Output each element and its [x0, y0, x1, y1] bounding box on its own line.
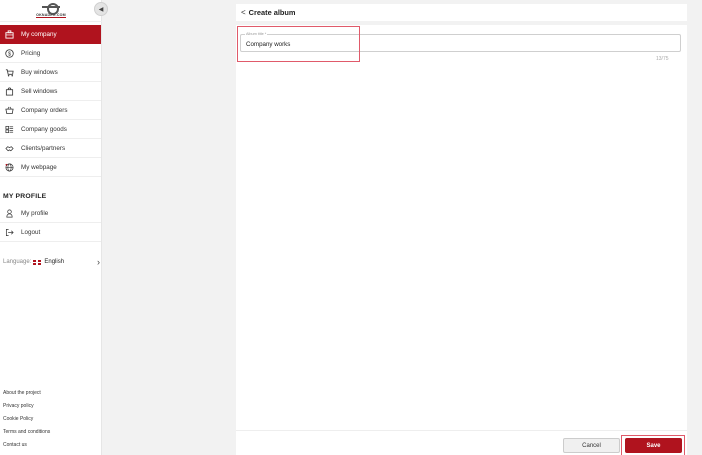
sidebar-item-clients-partners[interactable]: Clients/partners [0, 139, 101, 158]
profile-section-title: MY PROFILE [3, 193, 47, 200]
sidebar-nav: My company $ Pricing Buy windows Sell wi… [0, 25, 101, 177]
language-selector[interactable]: Language: English › [3, 256, 101, 268]
create-album-panel: Album title * 13/75 Cancel Save [236, 25, 687, 455]
footer-link-terms[interactable]: Terms and conditions [3, 428, 50, 441]
list-icon [3, 124, 15, 134]
footer-link-privacy[interactable]: Privacy policy [3, 402, 50, 415]
sidebar-item-label: My profile [21, 209, 49, 217]
sidebar-item-my-company[interactable]: My company [0, 25, 101, 44]
logo[interactable]: OKNADER.COM [0, 0, 102, 22]
bag-icon [3, 86, 15, 96]
page-header: < Create album [236, 4, 687, 21]
footer-link-contact[interactable]: Contact us [3, 441, 50, 454]
dollar-icon: $ [3, 48, 15, 58]
save-highlight [621, 435, 685, 455]
album-title-highlight [237, 26, 360, 62]
uk-flag-icon [33, 259, 42, 265]
back-chevron-icon[interactable]: < [241, 8, 246, 17]
sidebar-item-label: Clients/partners [21, 144, 66, 152]
logo-mark-icon [42, 3, 60, 15]
user-icon [3, 208, 15, 218]
sidebar-item-label: Buy windows [21, 68, 58, 76]
footer-links: About the project Privacy policy Cookie … [3, 389, 50, 454]
sidebar: OKNADER.COM My company $ Pricing Buy win… [0, 0, 102, 455]
profile-nav: My profile Logout [0, 204, 101, 242]
sidebar-item-label: Company goods [21, 125, 67, 133]
language-label: Language: [3, 259, 32, 265]
form-actions: Cancel Save [236, 430, 687, 455]
sidebar-item-label: Logout [21, 228, 41, 236]
briefcase-icon [3, 29, 15, 39]
sidebar-item-label: Pricing [21, 49, 41, 57]
sidebar-item-label: Sell windows [21, 87, 58, 95]
sidebar-item-label: My webpage [21, 163, 57, 171]
sidebar-item-pricing[interactable]: $ Pricing [0, 44, 101, 63]
language-value: English [44, 259, 65, 265]
cancel-button[interactable]: Cancel [563, 438, 620, 453]
footer-link-cookie[interactable]: Cookie Policy [3, 415, 50, 428]
svg-text:$: $ [8, 51, 11, 57]
sidebar-item-company-orders[interactable]: Company orders [0, 101, 101, 120]
sidebar-item-label: My company [21, 30, 57, 38]
page-title: Create album [248, 8, 296, 17]
footer-link-about[interactable]: About the project [3, 389, 50, 402]
sidebar-item-buy-windows[interactable]: Buy windows [0, 63, 101, 82]
sidebar-item-logout[interactable]: Logout [0, 223, 101, 242]
sidebar-item-label: Company orders [21, 106, 68, 114]
sidebar-item-my-webpage[interactable]: My webpage [0, 158, 101, 177]
basket-icon [3, 105, 15, 115]
cart-icon [3, 67, 15, 77]
globe-icon [3, 162, 15, 172]
sidebar-item-my-profile[interactable]: My profile [0, 204, 101, 223]
character-counter: 13/75 [656, 56, 669, 62]
handshake-icon [3, 143, 15, 153]
sidebar-item-company-goods[interactable]: Company goods [0, 120, 101, 139]
chevron-right-icon: › [97, 257, 100, 267]
sidebar-item-sell-windows[interactable]: Sell windows [0, 82, 101, 101]
caret-left-icon: ◀ [98, 6, 104, 13]
logout-icon [3, 227, 15, 237]
sidebar-collapse-button[interactable]: ◀ [94, 2, 108, 16]
